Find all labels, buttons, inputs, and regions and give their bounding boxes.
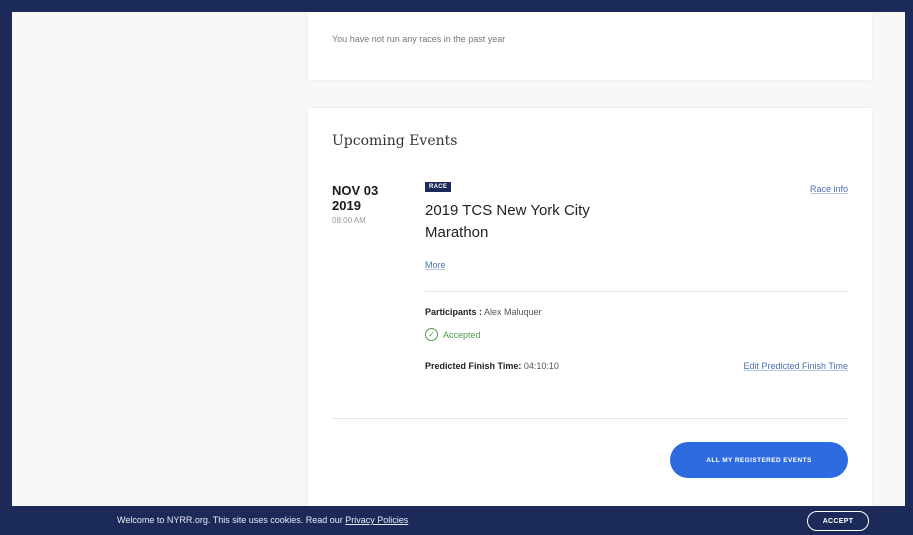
upcoming-events-card: Upcoming Events NOV 03 2019 08:00 AM RAC… — [308, 108, 872, 506]
page-frame: You have not run any races in the past y… — [12, 12, 905, 506]
event-time: 08:00 AM — [332, 216, 366, 225]
no-races-message: You have not run any races in the past y… — [332, 34, 506, 44]
participants-row: Participants : Alex Maluquer — [425, 307, 542, 317]
more-link[interactable]: More — [425, 260, 446, 270]
upcoming-events-title: Upcoming Events — [332, 133, 458, 149]
race-badge: RACE — [425, 182, 452, 192]
predicted-finish-label: Predicted Finish Time: — [425, 361, 522, 371]
card-bottom-divider — [332, 418, 848, 419]
predicted-finish-value: 04:10:10 — [523, 361, 559, 371]
race-info-link[interactable]: Race info — [810, 184, 848, 194]
cookie-bar: Welcome to NYRR.org. This site uses cook… — [0, 506, 913, 535]
privacy-policies-link[interactable]: Privacy Policies — [345, 515, 408, 525]
status-label: Accepted — [443, 329, 481, 340]
event-divider — [425, 291, 848, 292]
participants-value: Alex Maluquer — [484, 307, 542, 317]
event-date-year: 2019 — [332, 198, 361, 213]
all-registered-events-button[interactable]: ALL MY REGISTERED EVENTS — [670, 442, 848, 478]
cookie-message: Welcome to NYRR.org. This site uses cook… — [117, 515, 408, 525]
event-name: 2019 TCS New York City Marathon — [425, 202, 590, 241]
event-date-block: NOV 03 2019 08:00 AM — [332, 183, 378, 225]
past-races-card: You have not run any races in the past y… — [308, 12, 872, 80]
check-circle-icon: ✓ — [425, 328, 438, 341]
participants-label: Participants : — [425, 307, 483, 317]
cookie-text: Welcome to NYRR.org. This site uses cook… — [117, 515, 343, 525]
predicted-finish-row: Predicted Finish Time: 04:10:10 — [425, 361, 559, 371]
edit-predicted-finish-link[interactable]: Edit Predicted Finish Time — [743, 361, 848, 371]
event-date-month-day: NOV 03 — [332, 183, 379, 198]
registration-status: ✓ Accepted — [425, 328, 481, 341]
accept-cookies-button[interactable]: ACCEPT — [807, 511, 869, 531]
